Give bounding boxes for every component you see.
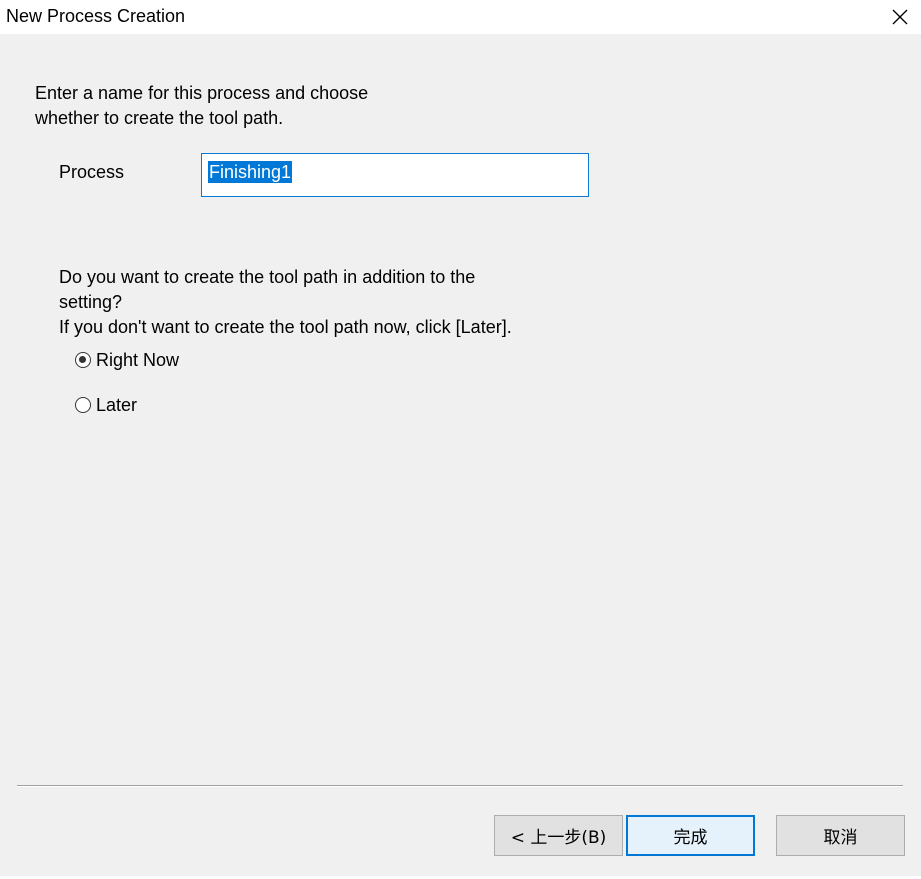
finish-button[interactable]: 完成 — [626, 815, 755, 856]
process-name-value: Finishing1 — [208, 161, 293, 183]
process-label: Process — [59, 162, 125, 182]
footer-divider — [17, 785, 903, 787]
radio-right-now[interactable]: Right Now — [75, 349, 179, 371]
radio-right-now-label: Right Now — [96, 350, 180, 370]
intro-line-1: Enter a name for this process and choose — [35, 83, 369, 103]
radio-later[interactable]: Later — [75, 394, 137, 416]
cancel-button[interactable]: 取消 — [776, 815, 905, 856]
back-button[interactable]: < 上一步(B) — [494, 815, 623, 856]
window-title: New Process Creation — [6, 6, 186, 26]
close-icon — [887, 4, 913, 30]
radio-unchecked-icon — [75, 397, 91, 413]
radio-checked-icon — [75, 352, 91, 368]
intro-text: Enter a name for this process and choose… — [35, 81, 455, 131]
process-name-input[interactable]: Finishing1 — [201, 153, 589, 197]
close-button[interactable] — [887, 4, 913, 30]
radio-later-label: Later — [96, 395, 138, 415]
question-line-2: setting? — [59, 292, 123, 312]
question-line-1: Do you want to create the tool path in a… — [59, 267, 476, 287]
title-bar: New Process Creation — [0, 0, 921, 34]
intro-line-2: whether to create the tool path. — [35, 108, 284, 128]
question-line-3: If you don't want to create the tool pat… — [59, 317, 512, 337]
question-text: Do you want to create the tool path in a… — [59, 265, 619, 340]
